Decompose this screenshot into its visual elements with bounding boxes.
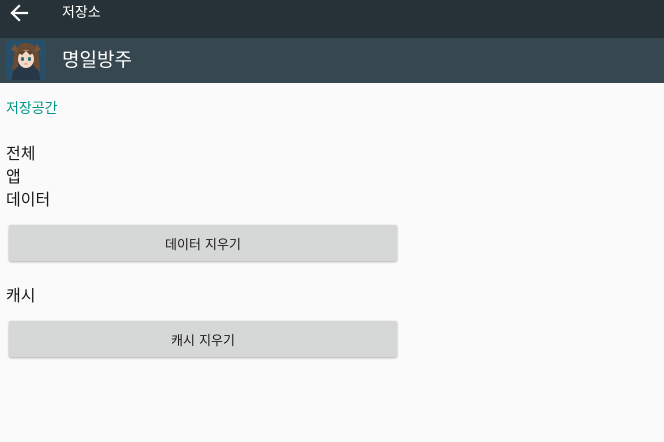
back-button[interactable]	[6, 2, 32, 24]
page-title: 저장소	[62, 5, 101, 21]
cache-label: 캐시	[6, 286, 36, 305]
arrow-back-icon	[10, 4, 29, 22]
app-header: 명일방주	[0, 38, 664, 83]
app-bar: 저장소	[0, 0, 664, 38]
clear-cache-button[interactable]: 캐시 지우기	[9, 321, 397, 357]
clear-cache-button-label: 캐시 지우기	[171, 333, 235, 349]
storage-data-label: 데이터	[6, 190, 51, 209]
anime-girl-app-icon	[6, 40, 46, 80]
app-name: 명일방주	[62, 49, 132, 71]
clear-data-button-label: 데이터 지우기	[165, 237, 241, 253]
storage-app-label: 앱	[6, 167, 21, 186]
storage-total-label: 전체	[6, 144, 36, 163]
storage-section-header: 저장공간	[6, 101, 58, 117]
clear-data-button[interactable]: 데이터 지우기	[9, 225, 397, 261]
